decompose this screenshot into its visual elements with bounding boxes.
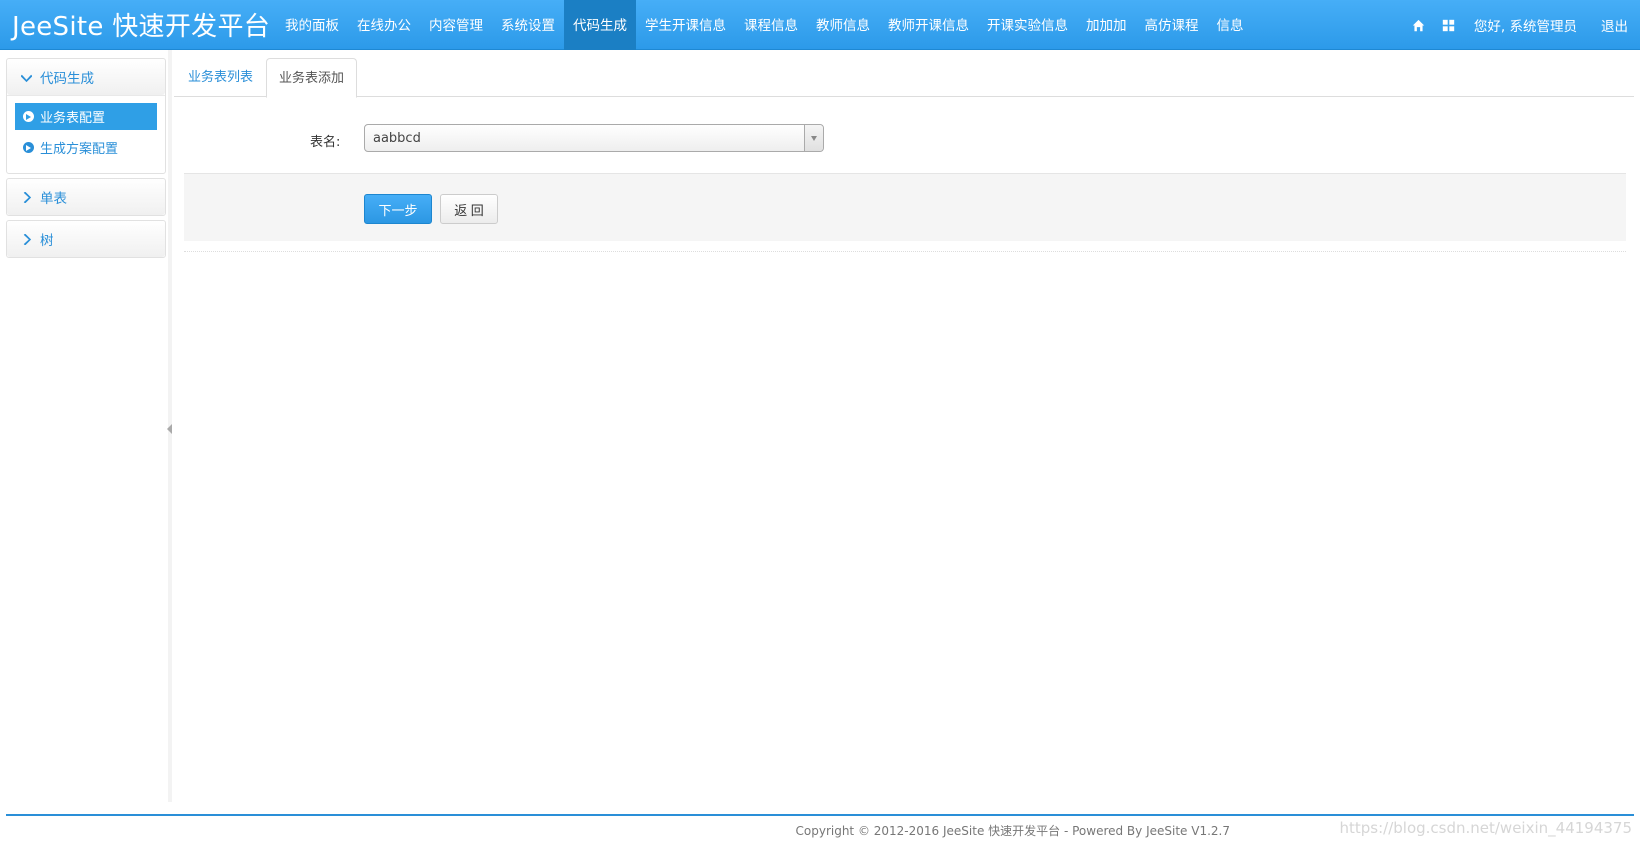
sidebar-group-body: 业务表配置 生成方案配置 — [7, 95, 165, 173]
nav-item-jiajiajia[interactable]: 加加加 — [1077, 0, 1136, 50]
form-actions: 下一步 返 回 — [184, 173, 1626, 241]
nav-item-code-generation[interactable]: 代码生成 — [564, 0, 636, 50]
sidebar-group-title: 单表 — [40, 191, 67, 207]
footer-copyright: Copyright © 2012-2016 JeeSite 快速开发平台 - P… — [795, 824, 1231, 838]
chevron-right-icon — [23, 233, 32, 245]
divider — [184, 251, 1626, 252]
nav-right: 您好, 系统管理员 退出 — [1404, 0, 1640, 50]
back-button[interactable]: 返 回 — [440, 194, 498, 224]
next-step-button[interactable]: 下一步 — [364, 194, 432, 224]
nav-item-student-course-info[interactable]: 学生开课信息 — [636, 0, 735, 50]
nav-item-content-management[interactable]: 内容管理 — [420, 0, 492, 50]
sidebar-group-single: 单表 — [6, 178, 166, 216]
sidebar-item-label: 生成方案配置 — [40, 142, 119, 157]
nav-item-system-settings[interactable]: 系统设置 — [492, 0, 564, 50]
nav-item-dashboard[interactable]: 我的面板 — [276, 0, 348, 50]
circle-arrow-icon — [23, 111, 34, 122]
table-name-select[interactable]: aabbcd — [364, 124, 824, 152]
dropdown-arrow-icon[interactable] — [804, 125, 823, 151]
collapse-arrow-icon[interactable] — [167, 424, 172, 434]
sidebar-group-header-code-gen[interactable]: 代码生成 — [7, 59, 165, 95]
sidebar-item-table-config[interactable]: 业务表配置 — [15, 103, 157, 130]
nav-item-imitation-course[interactable]: 高仿课程 — [1136, 0, 1208, 50]
chevron-right-icon — [23, 191, 32, 203]
top-navbar: JeeSite 快速开发平台 我的面板 在线办公 内容管理 系统设置 代码生成 … — [0, 0, 1640, 50]
sidebar-group-header-single[interactable]: 单表 — [7, 179, 165, 215]
table-name-label: 表名: — [310, 135, 341, 150]
logout-link[interactable]: 退出 — [1587, 15, 1640, 35]
content-tabs: 业务表列表 业务表添加 — [174, 58, 1634, 98]
main-nav: 我的面板 在线办公 内容管理 系统设置 代码生成 学生开课信息 课程信息 教师信… — [276, 0, 1253, 50]
table-name-row: 表名: aabbcd — [184, 124, 824, 154]
chevron-down-icon — [21, 74, 32, 82]
circle-arrow-icon — [23, 142, 34, 153]
nav-item-info[interactable]: 信息 — [1208, 0, 1253, 50]
tab-table-add[interactable]: 业务表添加 — [266, 58, 358, 98]
tab-table-list[interactable]: 业务表列表 — [176, 58, 265, 97]
sidebar: 代码生成 业务表配置 生成方案配置 单表 树 — [6, 58, 166, 262]
brand-title[interactable]: JeeSite 快速开发平台 — [12, 6, 270, 43]
sidebar-group-tree: 树 — [6, 220, 166, 258]
sidebar-group-code-gen: 代码生成 业务表配置 生成方案配置 — [6, 58, 166, 174]
sidebar-group-title: 树 — [40, 233, 54, 249]
sidebar-group-title: 代码生成 — [40, 71, 94, 87]
user-greeting[interactable]: 您好, 系统管理员 — [1464, 15, 1587, 35]
sidebar-group-header-tree[interactable]: 树 — [7, 221, 165, 257]
home-icon[interactable] — [1404, 0, 1434, 50]
table-name-value: aabbcd — [373, 131, 421, 146]
nav-item-experiment-info[interactable]: 开课实验信息 — [978, 0, 1077, 50]
watermark: https://blog.csdn.net/weixin_44194375 — [1339, 819, 1632, 837]
nav-item-online-office[interactable]: 在线办公 — [348, 0, 420, 50]
nav-item-teacher-info[interactable]: 教师信息 — [807, 0, 879, 50]
sidebar-item-label: 业务表配置 — [40, 111, 106, 126]
nav-item-course-info[interactable]: 课程信息 — [735, 0, 807, 50]
footer-divider — [6, 814, 1634, 816]
sidebar-item-scheme-config[interactable]: 生成方案配置 — [15, 134, 157, 161]
nav-item-teacher-course-info[interactable]: 教师开课信息 — [879, 0, 978, 50]
grid-icon[interactable] — [1434, 0, 1464, 50]
